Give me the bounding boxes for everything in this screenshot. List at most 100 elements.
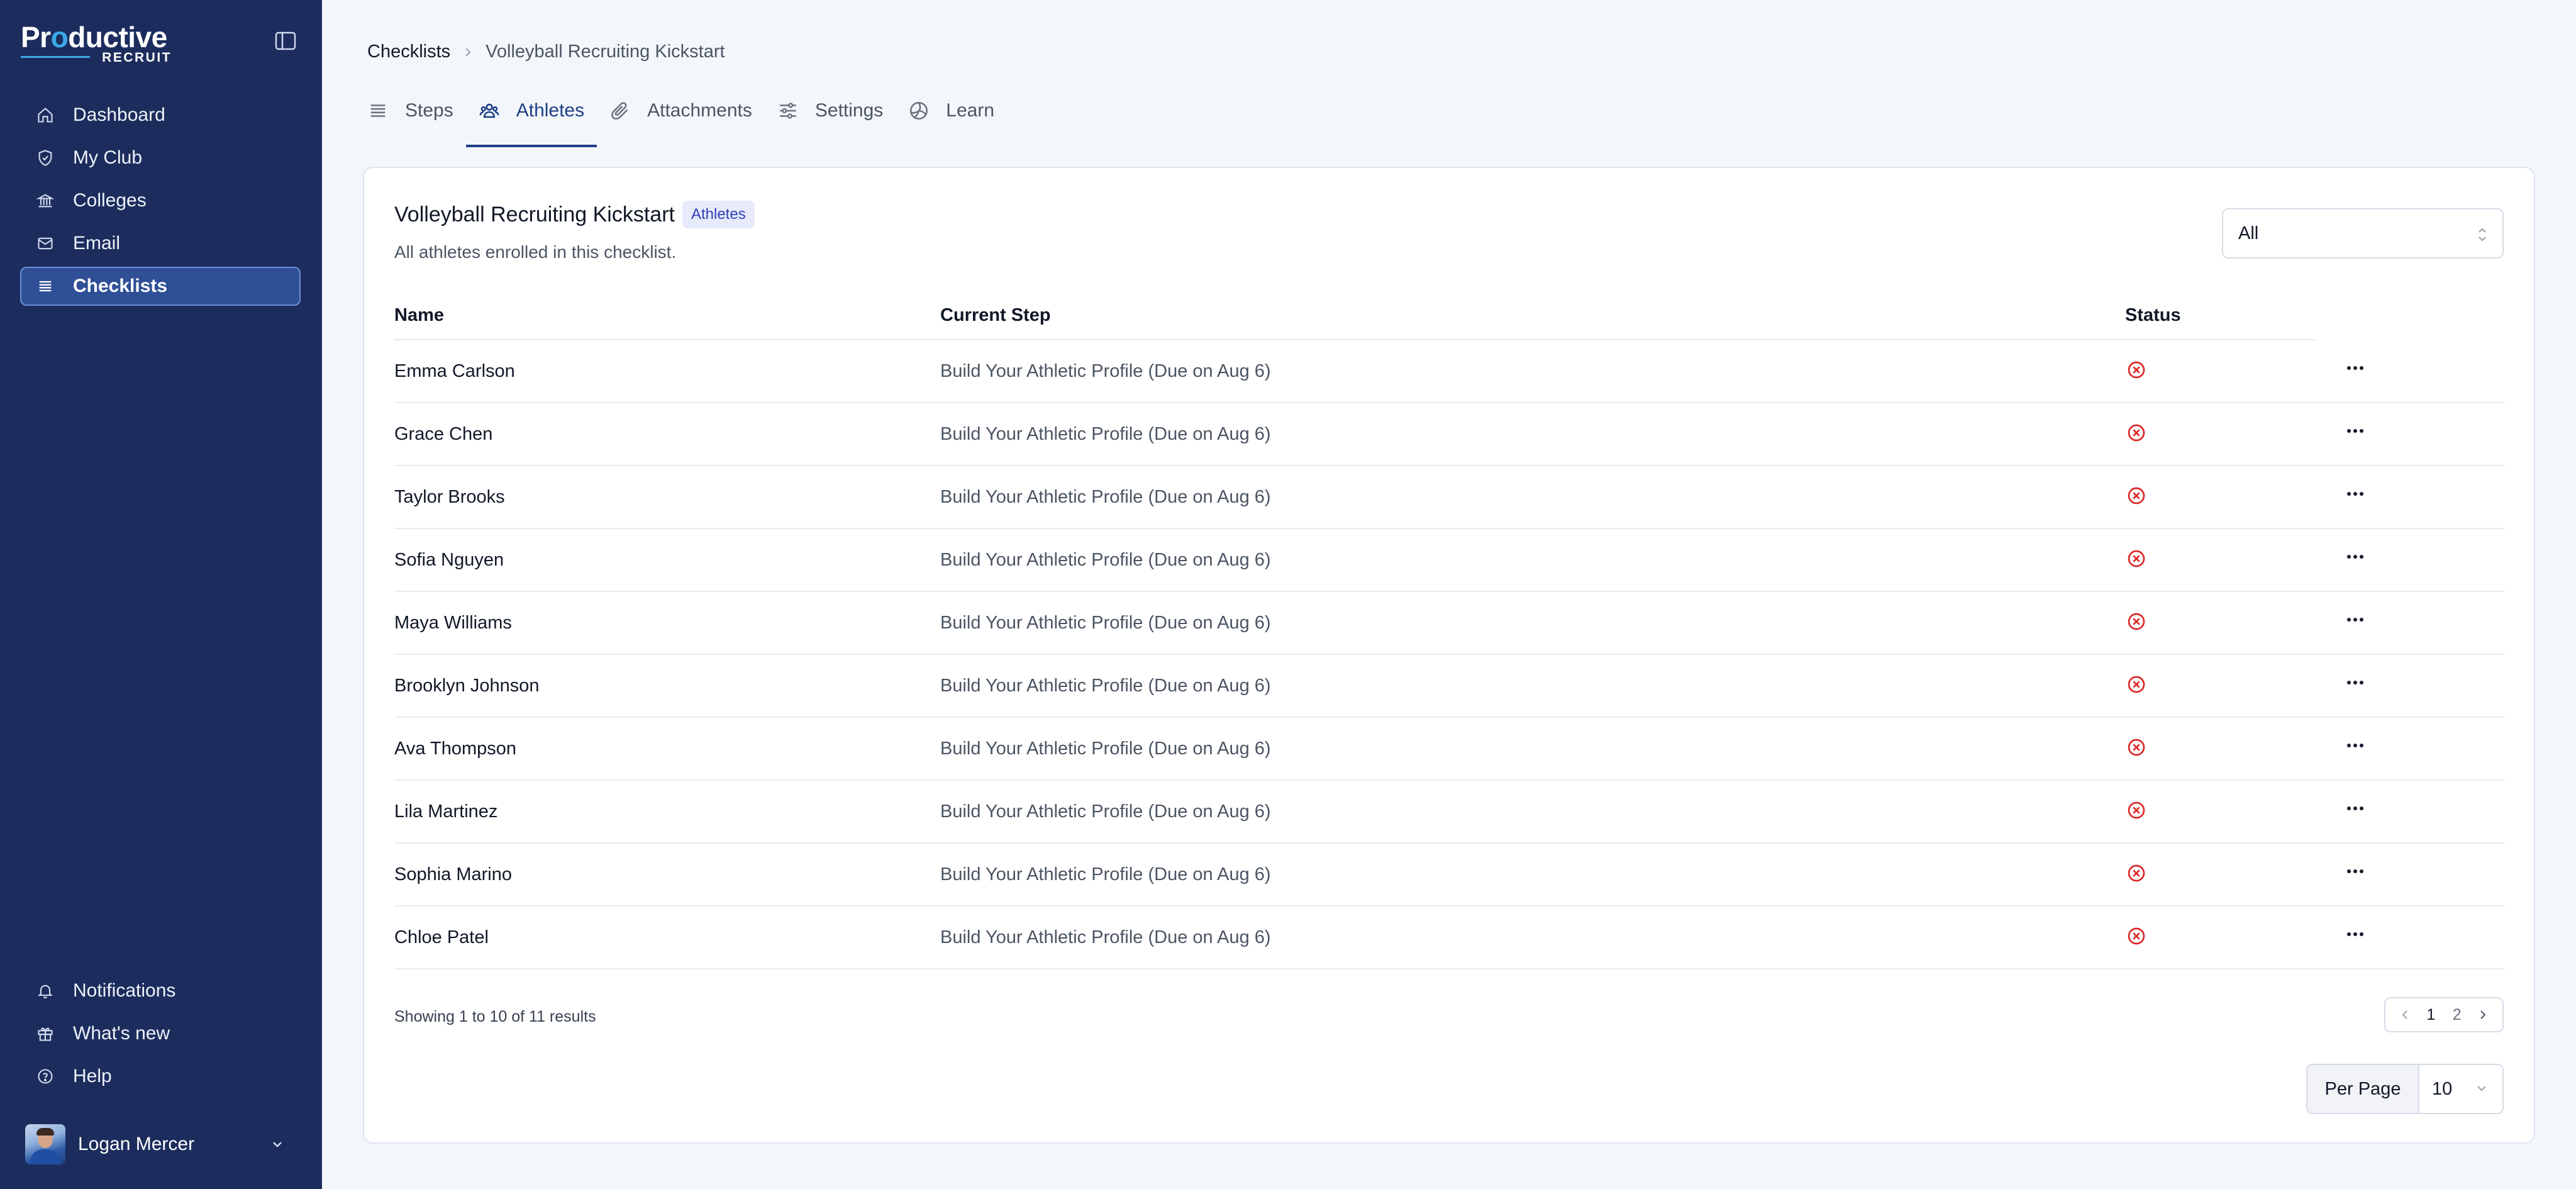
table-row[interactable]: Grace Chen Build Your Athletic Profile (D…: [394, 403, 2505, 466]
user-menu[interactable]: Logan Mercer: [25, 1124, 289, 1165]
current-step: Build Your Athletic Profile (Due on Aug …: [940, 864, 1271, 885]
per-page-value[interactable]: 10: [2419, 1065, 2502, 1113]
card-header: Volleyball Recruiting Kickstart Athletes: [394, 201, 755, 228]
athlete-name[interactable]: Lila Martinez: [394, 801, 940, 822]
sidebar-item-whats-new[interactable]: What's new: [20, 1014, 301, 1053]
sidebar-item-label: Checklists: [73, 276, 168, 296]
more-horizontal-icon[interactable]: [2345, 364, 2365, 372]
athlete-name[interactable]: Ava Thompson: [394, 739, 940, 759]
sidebar-toggle-button[interactable]: [275, 31, 296, 50]
status-cell: [2125, 360, 2315, 383]
page-button-1[interactable]: 1: [2426, 1006, 2435, 1024]
table-row[interactable]: Taylor Brooks Build Your Athletic Profile…: [394, 466, 2505, 529]
list-lines-icon: [370, 104, 386, 117]
sidebar-item-email[interactable]: Email: [20, 224, 301, 263]
sidebar-item-checklists[interactable]: Checklists: [20, 267, 301, 306]
more-horizontal-icon[interactable]: [2345, 616, 2365, 623]
x-circle-icon: [2128, 864, 2145, 881]
row-actions-cell: [2315, 403, 2505, 465]
main-nav: Dashboard My Club Colleges Email Checkli…: [20, 96, 301, 310]
column-header-status[interactable]: Status: [2125, 305, 2315, 326]
tab-learn[interactable]: Learn: [896, 88, 1007, 147]
logo-subname: RECRUIT: [102, 50, 172, 65]
sidebar-item-colleges[interactable]: Colleges: [20, 181, 301, 220]
status-cell: [2125, 423, 2315, 446]
user-name: Logan Mercer: [78, 1134, 195, 1154]
more-horizontal-icon[interactable]: [2345, 930, 2365, 938]
more-horizontal-icon[interactable]: [2345, 490, 2365, 498]
athlete-name[interactable]: Sofia Nguyen: [394, 550, 940, 571]
per-page-value-text: 10: [2432, 1078, 2453, 1099]
sidebar-item-help[interactable]: Help: [20, 1057, 301, 1096]
page-button-2[interactable]: 2: [2453, 1006, 2462, 1024]
per-page-select[interactable]: Per Page 10: [2306, 1064, 2504, 1114]
more-horizontal-icon[interactable]: [2345, 553, 2365, 561]
more-horizontal-icon[interactable]: [2345, 679, 2365, 686]
tab-label: Learn: [946, 100, 995, 121]
athlete-name[interactable]: Grace Chen: [394, 424, 940, 445]
current-step: Build Your Athletic Profile (Due on Aug …: [940, 612, 1271, 633]
table-row[interactable]: Chloe Patel Build Your Athletic Profile (…: [394, 907, 2505, 969]
current-step: Build Your Athletic Profile (Due on Aug …: [940, 360, 1271, 381]
sidebar-item-dashboard[interactable]: Dashboard: [20, 96, 301, 135]
row-actions-cell: [2315, 844, 2505, 905]
sidebar: Productive RECRUIT Dashboard My Club Col…: [0, 0, 322, 1189]
x-circle-icon: [2128, 801, 2145, 818]
tab-attachments[interactable]: Attachments: [597, 88, 765, 147]
athlete-name[interactable]: Maya Williams: [394, 613, 940, 634]
tab-settings[interactable]: Settings: [765, 88, 896, 147]
table-row[interactable]: Emma Carlson Build Your Athletic Profile …: [394, 340, 2505, 403]
status-cell: [2125, 737, 2315, 761]
home-icon: [38, 108, 53, 123]
column-header-name[interactable]: Name: [394, 305, 940, 326]
tab-label: Steps: [405, 100, 453, 121]
table-row[interactable]: Sofia Nguyen Build Your Athletic Profile …: [394, 529, 2505, 592]
help-circle-icon: [38, 1069, 53, 1084]
more-horizontal-icon[interactable]: [2345, 805, 2365, 812]
sidebar-item-my-club[interactable]: My Club: [20, 138, 301, 177]
results-summary: Showing 1 to 10 of 11 results: [394, 1008, 596, 1025]
column-header-current-step[interactable]: Current Step: [940, 305, 2125, 326]
chevron-right-icon: [465, 47, 471, 57]
table-row[interactable]: Ava Thompson Build Your Athletic Profile …: [394, 718, 2505, 781]
more-horizontal-icon[interactable]: [2345, 868, 2365, 875]
shield-icon: [38, 150, 52, 166]
more-horizontal-icon[interactable]: [2345, 742, 2365, 749]
current-step: Build Your Athletic Profile (Due on Aug …: [940, 801, 1271, 822]
table-row[interactable]: Lila Martinez Build Your Athletic Profile…: [394, 781, 2505, 844]
tab-athletes[interactable]: Athletes: [465, 88, 597, 147]
logo-wordmark: Productive: [21, 21, 167, 53]
athlete-name[interactable]: Brooklyn Johnson: [394, 676, 940, 696]
current-step: Build Your Athletic Profile (Due on Aug …: [940, 927, 1271, 947]
status-cell: [2125, 674, 2315, 698]
per-page-label: Per Page: [2307, 1065, 2419, 1113]
athlete-name[interactable]: Taylor Brooks: [394, 487, 940, 508]
sliders-icon: [780, 103, 796, 119]
tab-label: Athletes: [516, 100, 585, 121]
sidebar-item-label: Email: [73, 233, 121, 254]
table-row[interactable]: Brooklyn Johnson Build Your Athletic Prof…: [394, 655, 2505, 718]
sidebar-item-notifications[interactable]: Notifications: [20, 971, 301, 1010]
chevron-right-icon[interactable]: [2479, 1008, 2487, 1021]
sidebar-item-label: Notifications: [73, 980, 176, 1001]
chevron-left-icon[interactable]: [2401, 1008, 2409, 1021]
tab-bar: Steps Athletes Attachments Settings Lear…: [367, 88, 1007, 147]
pagination: 1 2: [2384, 997, 2504, 1032]
sidebar-panel-icon: [275, 31, 296, 50]
current-step: Build Your Athletic Profile (Due on Aug …: [940, 486, 1271, 507]
building-icon: [36, 194, 54, 208]
tab-steps[interactable]: Steps: [367, 88, 466, 147]
more-horizontal-icon[interactable]: [2345, 427, 2365, 435]
logo-underline: [21, 56, 90, 58]
chevron-down-icon: [2477, 1086, 2486, 1091]
status-filter-select[interactable]: All: [2222, 208, 2504, 259]
athlete-name[interactable]: Sophia Marino: [394, 864, 940, 885]
athlete-name[interactable]: Emma Carlson: [394, 361, 940, 382]
breadcrumb-root-link[interactable]: Checklists: [367, 42, 450, 62]
table-row[interactable]: Maya Williams Build Your Athletic Profile…: [394, 592, 2505, 655]
athlete-name[interactable]: Chloe Patel: [394, 927, 940, 948]
table-row[interactable]: Sophia Marino Build Your Athletic Profile…: [394, 844, 2505, 907]
logo[interactable]: Productive RECRUIT: [21, 21, 172, 65]
card-title: Volleyball Recruiting Kickstart: [394, 202, 675, 226]
tab-label: Attachments: [647, 100, 752, 121]
